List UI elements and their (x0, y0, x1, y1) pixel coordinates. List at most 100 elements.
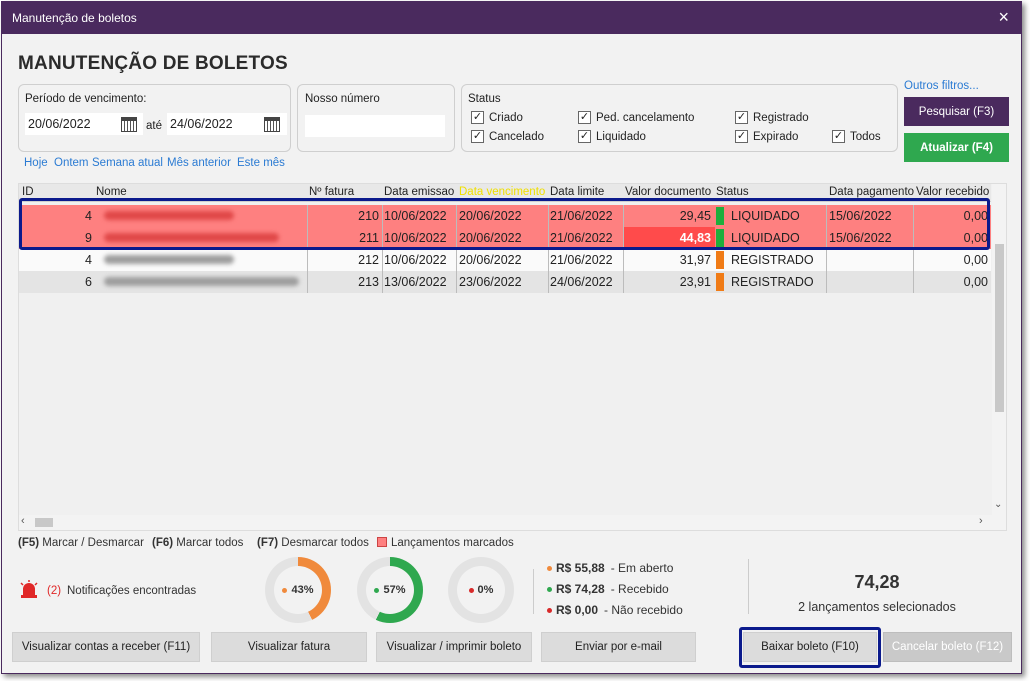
imprimir-boleto-button[interactable]: Visualizar / imprimir boleto (376, 632, 532, 662)
visualizar-fatura-button[interactable]: Visualizar fatura (211, 632, 367, 662)
cell-divider (382, 271, 383, 293)
dot-icon (282, 587, 288, 593)
col-limite[interactable]: Data limite (550, 186, 604, 198)
enviar-email-button[interactable]: Enviar por e-mail (541, 632, 696, 662)
shortcut-mes-anterior[interactable]: Mês anterior (167, 157, 231, 169)
cell-divider (548, 249, 549, 271)
col-status[interactable]: Status (716, 186, 749, 198)
selected-total: 74,28 (854, 572, 900, 592)
nosso-numero-label: Nosso número (305, 93, 380, 105)
col-valor[interactable]: Valor documento (625, 186, 711, 198)
alarm-icon[interactable] (19, 580, 39, 601)
cell-id: 6 (85, 275, 92, 289)
calendar-icon[interactable] (264, 117, 280, 132)
shortcut-semana-atual[interactable]: Semana atual (92, 157, 163, 169)
legend-f6: (F6) Marcar todos (152, 537, 243, 549)
legend-f6-key: (F6) (152, 537, 174, 549)
cell-recebido: 0,00 (963, 275, 988, 289)
window-title: Manutenção de boletos (12, 11, 137, 25)
pesquisar-button[interactable]: Pesquisar (F3) (904, 97, 1009, 126)
page-title: MANUTENÇÃO DE BOLETOS (18, 53, 288, 74)
dot-icon (374, 587, 380, 593)
chevron-down-icon[interactable]: ⌄ (994, 499, 1002, 510)
contas-receber-button[interactable]: Visualizar contas a receber (F11) (12, 632, 200, 662)
summary-em-aberto: R$ 55,88 - Em aberto (547, 561, 673, 575)
col-fatura[interactable]: Nº fatura (309, 186, 354, 198)
table-row[interactable]: 4 212 10/06/2022 20/06/2022 21/06/2022 3… (19, 249, 991, 271)
highlight-frame (739, 627, 881, 668)
notification-count[interactable]: (2) (47, 585, 61, 597)
cell-divider (826, 249, 827, 271)
cell-status: REGISTRADO (731, 253, 814, 267)
dot-icon (547, 608, 552, 614)
donut-em-aberto: 43% (265, 557, 331, 623)
donut-nao-recebido: 0% (448, 557, 514, 623)
nosso-numero-input[interactable] (305, 115, 445, 137)
check-icon: ✓ (471, 111, 484, 124)
legend-f5: (F5) Marcar / Desmarcar (18, 537, 144, 549)
legend-f5-key: (F5) (18, 537, 40, 549)
close-icon[interactable]: × (998, 7, 1009, 27)
calendar-icon[interactable] (121, 117, 137, 132)
checkbox-criado-label: Criado (489, 111, 523, 124)
cell-divider (826, 271, 827, 293)
check-icon: ✓ (578, 111, 591, 124)
cell-recebido: 0,00 (963, 253, 988, 267)
cell-divider (382, 249, 383, 271)
col-id[interactable]: ID (22, 186, 34, 198)
check-icon: ✓ (471, 130, 484, 143)
horizontal-scrollbar[interactable]: ‹ › (19, 515, 1006, 530)
col-pagamento[interactable]: Data pagamento (829, 186, 914, 198)
table-row[interactable]: 6 213 13/06/2022 23/06/2022 24/06/2022 2… (19, 271, 991, 293)
checkbox-liquidado[interactable]: ✓ Liquidado (578, 130, 646, 143)
highlight-frame (19, 198, 990, 250)
marked-swatch (377, 537, 387, 547)
vertical-scrollbar[interactable]: ⌄ (992, 184, 1006, 515)
periodo-box: Período de vencimento: 20/06/2022 até 24… (18, 84, 291, 152)
cell-status: REGISTRADO (731, 275, 814, 289)
chevron-left-icon[interactable]: ‹ (21, 515, 25, 527)
cell-divider (548, 271, 549, 293)
shortcut-hoje[interactable]: Hoje (24, 157, 48, 169)
chevron-right-icon[interactable]: › (979, 515, 983, 527)
cell-limite: 24/06/2022 (550, 275, 613, 289)
shortcut-este-mes[interactable]: Este mês (237, 157, 285, 169)
scroll-thumb[interactable] (35, 518, 53, 527)
checkbox-registrado[interactable]: ✓ Registrado (735, 111, 809, 124)
checkbox-ped-cancelamento[interactable]: ✓ Ped. cancelamento (578, 111, 694, 124)
scroll-thumb[interactable] (995, 244, 1004, 412)
status-label: Status (468, 93, 501, 105)
summary-recebido-label: - Recebido (610, 582, 669, 596)
checkbox-liquidado-label: Liquidado (596, 130, 646, 143)
cancelar-boleto-button[interactable]: Cancelar boleto (F12) (883, 632, 1012, 662)
checkbox-expirado-label: Expirado (753, 130, 799, 143)
summary-recebido: R$ 74,28 - Recebido (547, 582, 669, 596)
col-emissao[interactable]: Data emissao (384, 186, 454, 198)
nosso-numero-box: Nosso número (297, 84, 455, 152)
legend-marked-text: Lançamentos marcados (391, 537, 514, 549)
shortcut-ontem[interactable]: Ontem (54, 157, 89, 169)
checkbox-todos[interactable]: ✓ Todos (832, 130, 881, 143)
donut-recebido: 57% (357, 557, 423, 623)
cell-id: 4 (85, 253, 92, 267)
legend-f5-text: Marcar / Desmarcar (42, 537, 144, 549)
check-icon: ✓ (735, 130, 748, 143)
dot-icon (547, 587, 552, 593)
col-recebido[interactable]: Valor recebido (916, 186, 989, 198)
checkbox-cancelado[interactable]: ✓ Cancelado (471, 130, 544, 143)
notification-text[interactable]: Notificações encontradas (67, 585, 196, 597)
atualizar-button[interactable]: Atualizar (F4) (904, 133, 1009, 162)
checkbox-todos-label: Todos (850, 130, 881, 143)
col-vencimento[interactable]: Data vencimento (459, 186, 545, 198)
summary-nao-recebido-label: - Não recebido (604, 603, 683, 617)
nome-redacted (104, 255, 234, 264)
checkbox-expirado[interactable]: ✓ Expirado (735, 130, 798, 143)
checkbox-criado[interactable]: ✓ Criado (471, 111, 523, 124)
col-nome[interactable]: Nome (96, 186, 127, 198)
cell-emissao: 13/06/2022 (384, 275, 447, 289)
summary-em-aberto-value: R$ 55,88 (556, 561, 605, 575)
divider (748, 559, 749, 614)
legend-f7-text: Desmarcar todos (281, 537, 369, 549)
nome-redacted (104, 277, 299, 286)
outros-filtros-link[interactable]: Outros filtros... (904, 80, 979, 92)
